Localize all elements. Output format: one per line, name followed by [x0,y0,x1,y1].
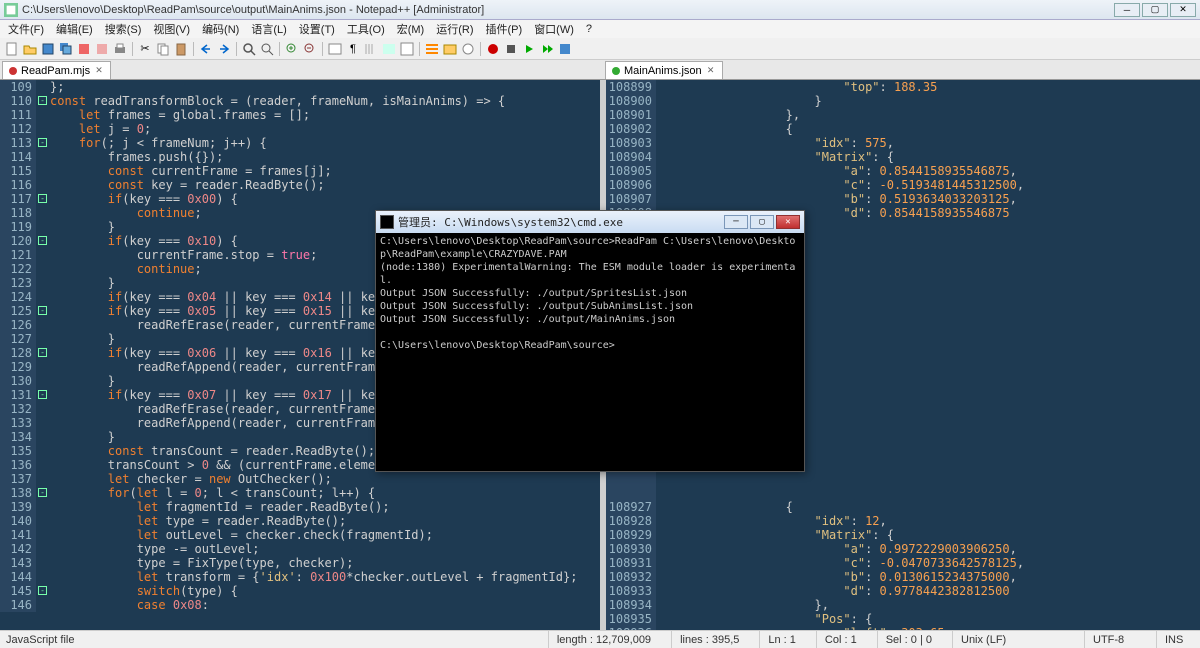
save-button[interactable] [40,41,56,57]
new-file-button[interactable] [4,41,20,57]
menu-item[interactable]: 运行(R) [430,20,479,38]
zoom-out-button[interactable] [302,41,318,57]
zoom-in-button[interactable] [284,41,300,57]
paste-button[interactable] [173,41,189,57]
menu-item[interactable]: 视图(V) [147,20,196,38]
replace-button[interactable] [259,41,275,57]
close-button[interactable]: ✕ [1170,3,1196,17]
tab-close-icon[interactable]: ✕ [94,66,104,76]
open-file-button[interactable] [22,41,38,57]
status-mode: INS [1156,631,1196,648]
play-macro-button[interactable] [521,41,537,57]
indent-guide-button[interactable] [363,41,379,57]
window-titlebar: C:\Users\lenovo\Desktop\ReadPam\source\o… [0,0,1200,20]
copy-button[interactable] [155,41,171,57]
menu-item[interactable]: 宏(M) [391,20,431,38]
cmd-window[interactable]: 管理员: C:\Windows\system32\cmd.exe ─ ▢ ✕ C… [375,210,805,472]
cmd-icon [380,215,394,229]
toolbar: ✂ ¶ [0,38,1200,60]
cmd-output[interactable]: C:\Users\lenovo\Desktop\ReadPam\source>R… [376,233,804,354]
status-bar: JavaScript file length : 12,709,009 line… [0,630,1200,648]
menu-item[interactable]: 文件(F) [2,20,50,38]
status-sel: Sel : 0 | 0 [877,631,940,648]
monitor-button[interactable] [460,41,476,57]
print-button[interactable] [112,41,128,57]
cmd-titlebar[interactable]: 管理员: C:\Windows\system32\cmd.exe ─ ▢ ✕ [376,211,804,233]
undo-button[interactable] [198,41,214,57]
menu-bar: 文件(F)编辑(E)搜索(S)视图(V)编码(N)语言(L)设置(T)工具(O)… [0,20,1200,38]
redo-button[interactable] [216,41,232,57]
show-all-chars-button[interactable]: ¶ [345,41,361,57]
save-macro-button[interactable] [557,41,573,57]
cmd-close-button[interactable]: ✕ [776,215,800,229]
close-all-button[interactable] [94,41,110,57]
minimize-button[interactable]: ─ [1114,3,1140,17]
folder-view-button[interactable] [442,41,458,57]
tab-close-icon[interactable]: ✕ [706,66,716,76]
status-lines: lines : 395,5 [671,631,747,648]
stop-macro-button[interactable] [503,41,519,57]
status-col: Col : 1 [816,631,865,648]
menu-item[interactable]: 窗口(W) [528,20,580,38]
cut-button[interactable]: ✂ [137,41,153,57]
menu-item[interactable]: 搜索(S) [99,20,148,38]
doc-map-button[interactable] [399,41,415,57]
menu-item[interactable]: ? [580,22,598,36]
menu-item[interactable]: 设置(T) [293,20,341,38]
cmd-maximize-button[interactable]: ▢ [750,215,774,229]
menu-item[interactable]: 插件(P) [480,20,529,38]
app-icon [4,3,18,17]
find-button[interactable] [241,41,257,57]
cmd-title: 管理员: C:\Windows\system32\cmd.exe [398,214,724,230]
lang-button[interactable] [381,41,397,57]
status-filetype: JavaScript file [4,631,82,648]
status-ln: Ln : 1 [759,631,804,648]
window-title: C:\Users\lenovo\Desktop\ReadPam\source\o… [22,4,1114,16]
modified-icon [9,67,17,75]
close-file-button[interactable] [76,41,92,57]
play-multi-button[interactable] [539,41,555,57]
cmd-minimize-button[interactable]: ─ [724,215,748,229]
maximize-button[interactable]: ▢ [1142,3,1168,17]
tab-label: MainAnims.json [624,65,702,77]
saved-icon [612,67,620,75]
func-list-button[interactable] [424,41,440,57]
status-encoding: UTF-8 [1084,631,1144,648]
record-macro-button[interactable] [485,41,501,57]
tab-label: ReadPam.mjs [21,65,90,77]
save-all-button[interactable] [58,41,74,57]
tab-right[interactable]: MainAnims.json ✕ [605,61,723,79]
menu-item[interactable]: 编辑(E) [50,20,99,38]
tab-left[interactable]: ReadPam.mjs ✕ [2,61,111,79]
menu-item[interactable]: 工具(O) [341,20,391,38]
status-length: length : 12,709,009 [548,631,659,648]
menu-item[interactable]: 编码(N) [196,20,245,38]
wrap-button[interactable] [327,41,343,57]
status-eol: Unix (LF) [952,631,1072,648]
menu-item[interactable]: 语言(L) [245,20,292,38]
